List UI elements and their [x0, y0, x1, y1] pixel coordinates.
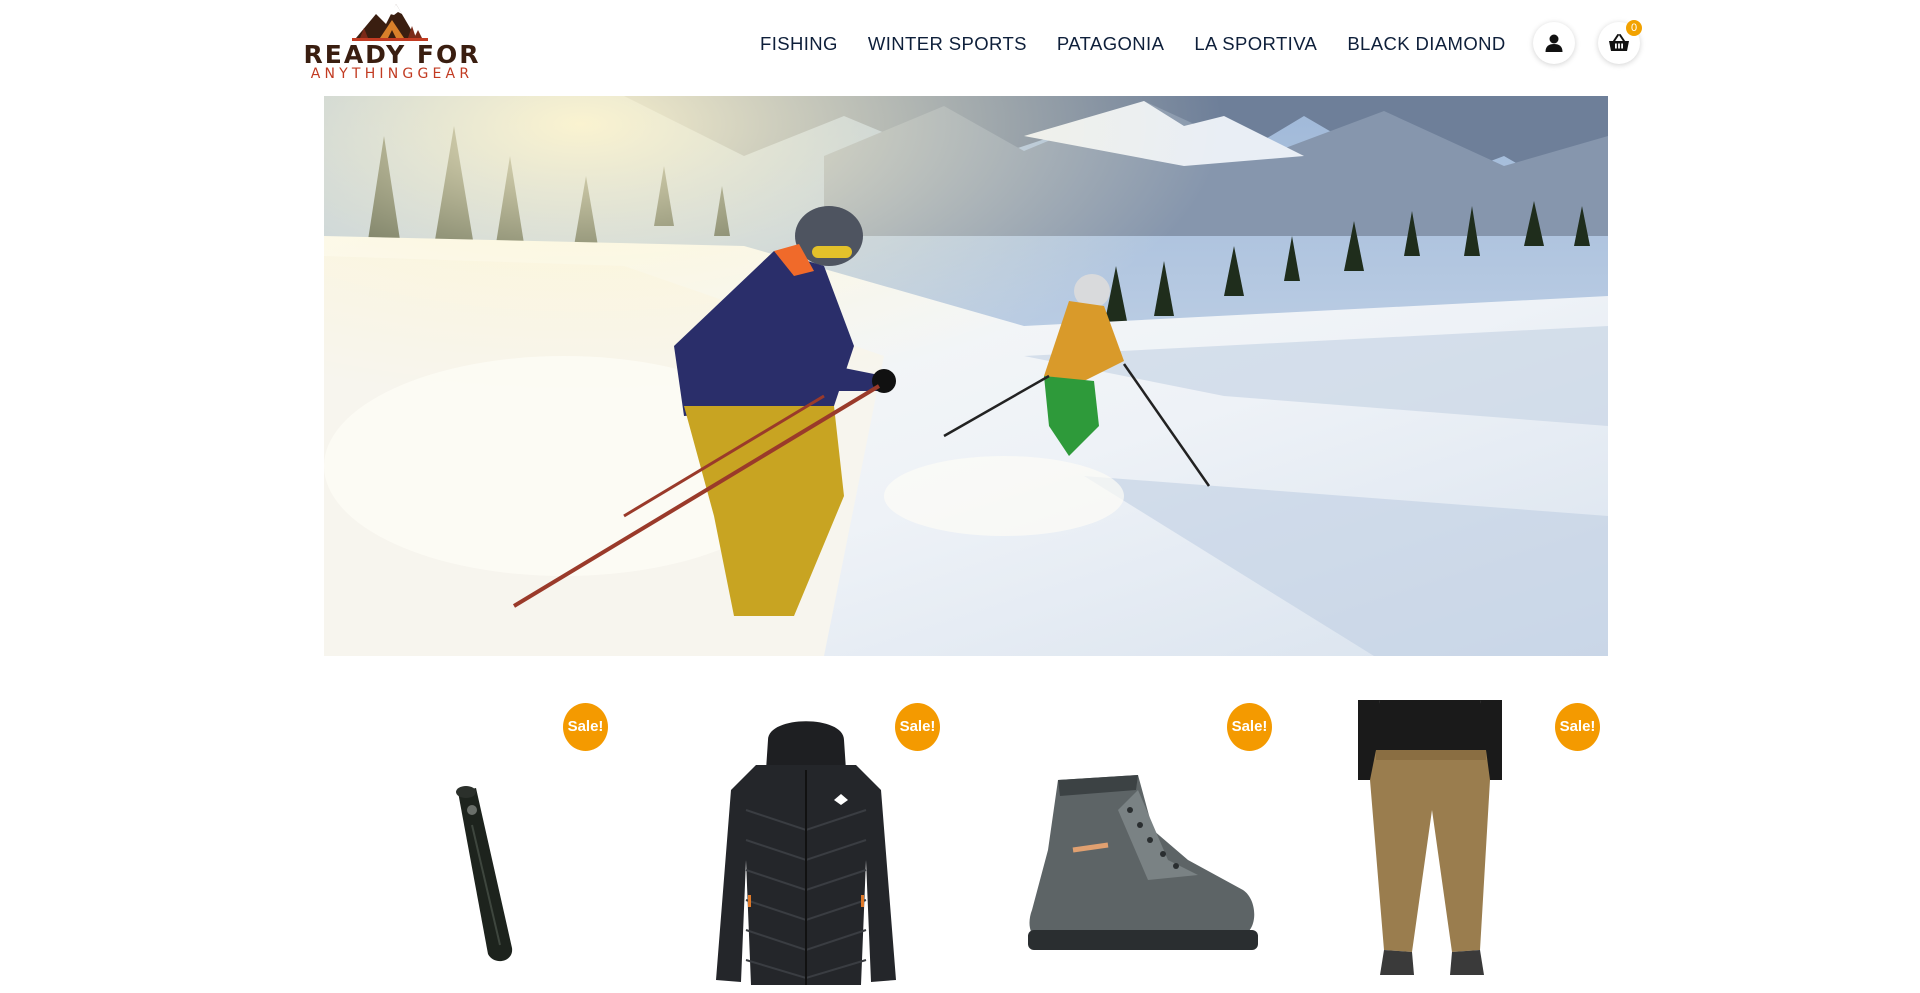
- sale-products-row: Sale! Sale! Sale! Sale!: [324, 700, 1608, 993]
- ski-skins-image: [456, 786, 513, 962]
- nav-item-black-diamond[interactable]: BLACK DIAMOND: [1347, 33, 1505, 55]
- sale-badge: Sale!: [563, 703, 608, 751]
- product-card[interactable]: Sale!: [1320, 700, 1620, 993]
- sale-badge: Sale!: [1227, 703, 1272, 751]
- logo-text-main: READY FOR: [303, 40, 481, 69]
- site-header: READY FOR ANYTHINGGEAR FISHING WINTER SP…: [0, 0, 1920, 96]
- nav-item-winter-sports[interactable]: WINTER SPORTS: [868, 33, 1027, 55]
- grey-hiking-boot-image: [1028, 775, 1258, 950]
- black-puffer-jacket-image: [716, 721, 896, 985]
- account-button[interactable]: [1533, 22, 1575, 64]
- main-nav: FISHING WINTER SPORTS PATAGONIA LA SPORT…: [760, 33, 1536, 55]
- sale-badge: Sale!: [1555, 703, 1600, 751]
- person-icon: [1545, 34, 1563, 52]
- cart-count-badge: 0: [1626, 20, 1642, 36]
- sale-badge: Sale!: [895, 703, 940, 751]
- site-logo[interactable]: READY FOR ANYTHINGGEAR: [298, 0, 486, 84]
- product-card[interactable]: Sale!: [656, 700, 956, 993]
- nav-item-fishing[interactable]: FISHING: [760, 33, 838, 55]
- logo-text-sub: ANYTHINGGEAR: [310, 66, 474, 82]
- basket-icon: [1609, 34, 1629, 51]
- mountain-tent-logo-icon: [352, 4, 428, 41]
- skiers-mountain-photo: [324, 96, 1608, 656]
- nav-item-patagonia[interactable]: PATAGONIA: [1057, 33, 1164, 55]
- product-card[interactable]: Sale!: [988, 700, 1288, 993]
- nav-item-la-sportiva[interactable]: LA SPORTIVA: [1194, 33, 1317, 55]
- product-card[interactable]: Sale!: [324, 700, 624, 993]
- hero-banner-image: [324, 96, 1608, 656]
- tan-hiking-pants-image: [1358, 700, 1502, 975]
